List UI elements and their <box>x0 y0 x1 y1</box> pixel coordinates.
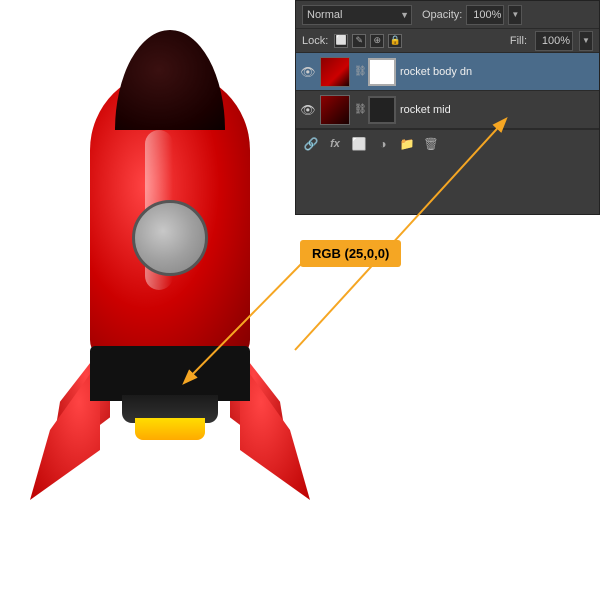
panel-row-blend-opacity: Normal Multiply Screen ▼ Opacity: ▼ <box>296 1 599 29</box>
adjustment-icon[interactable]: ◑ <box>374 135 392 153</box>
layer-visibility-eye-1[interactable]: 👁 <box>300 64 316 80</box>
rocket-illustration <box>60 30 280 590</box>
lock-move-icon[interactable]: ⊕ <box>370 34 384 48</box>
blend-mode-wrapper: Normal Multiply Screen ▼ <box>302 5 412 25</box>
chain-icon-2: ⛓ <box>354 104 364 115</box>
lock-label: Lock: <box>302 35 328 47</box>
panel-bottom-toolbar: 🔗 fx ⬜ ◑ 📁 🗑 <box>296 129 599 157</box>
rocket-wing-right <box>240 360 310 500</box>
opacity-input[interactable] <box>466 5 504 25</box>
layer-row-rocket-body[interactable]: 👁 ⛓ rocket body dn <box>296 53 599 91</box>
rocket-nose <box>115 30 225 130</box>
fill-label: Fill: <box>510 35 527 47</box>
lock-all-icon[interactable]: 🔒 <box>388 34 402 48</box>
annotation-label: RGB (25,0,0) <box>312 246 389 261</box>
annotation-tooltip: RGB (25,0,0) <box>300 240 401 267</box>
layer-visibility-eye-2[interactable]: 👁 <box>300 102 316 118</box>
layer-name-1: rocket body dn <box>400 66 595 78</box>
fill-input[interactable] <box>535 31 573 51</box>
rocket-flame <box>135 418 205 440</box>
trash-icon[interactable]: 🗑 <box>422 135 440 153</box>
layer-mask-1 <box>368 58 396 86</box>
layer-thumb-1 <box>320 57 350 87</box>
opacity-arrow-btn[interactable]: ▼ <box>508 5 522 25</box>
fx-icon[interactable]: fx <box>326 135 344 153</box>
lock-position-icon[interactable]: ✎ <box>352 34 366 48</box>
chain-icon-1: ⛓ <box>354 66 364 77</box>
layer-mask-2 <box>368 96 396 124</box>
lock-pixels-icon[interactable]: ⬜ <box>334 34 348 48</box>
layer-row-rocket-mid[interactable]: 👁 ⛓ rocket mid <box>296 91 599 129</box>
opacity-label: Opacity: <box>422 9 462 21</box>
panel-row-lock-fill: Lock: ⬜ ✎ ⊕ 🔒 Fill: ▼ <box>296 29 599 53</box>
layer-thumb-2 <box>320 95 350 125</box>
rocket-mid-band <box>90 346 250 401</box>
fill-arrow-btn[interactable]: ▼ <box>579 31 593 51</box>
mask-icon[interactable]: ⬜ <box>350 135 368 153</box>
rocket-window <box>132 200 208 276</box>
layer-name-2: rocket mid <box>400 104 595 116</box>
link-icon[interactable]: 🔗 <box>302 135 320 153</box>
lock-icons-group: ⬜ ✎ ⊕ 🔒 <box>334 34 402 48</box>
blend-mode-select[interactable]: Normal Multiply Screen <box>302 5 412 25</box>
layers-panel: Normal Multiply Screen ▼ Opacity: ▼ Lock… <box>295 0 600 215</box>
folder-icon[interactable]: 📁 <box>398 135 416 153</box>
